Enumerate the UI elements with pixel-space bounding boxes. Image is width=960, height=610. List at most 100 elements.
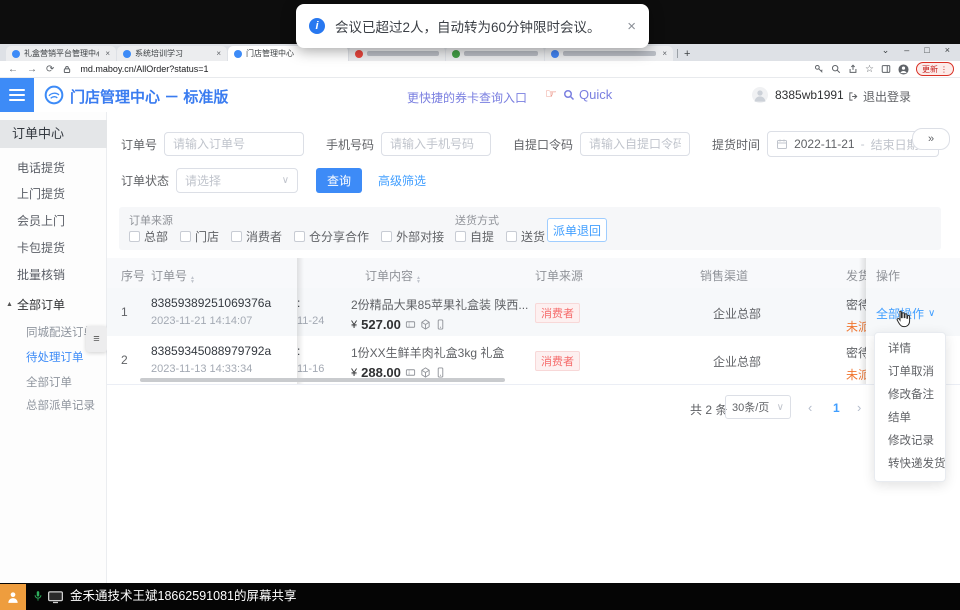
promo-link[interactable]: 更快捷的券卡查询入口	[407, 89, 527, 106]
browser-tab-obscured-2[interactable]	[446, 46, 544, 61]
checkbox-self-pickup[interactable]: 自提	[455, 228, 494, 245]
checkbox-consumer[interactable]: 消费者	[231, 228, 282, 245]
checkbox-store[interactable]: 门店	[180, 228, 219, 245]
browser-tab-1[interactable]: 礼盒营销平台管理中心 ×	[6, 46, 116, 61]
status-placeholder: 请选择	[185, 172, 221, 189]
side-panel-icon[interactable]	[881, 64, 891, 74]
sidebar-item-door-pickup[interactable]: 上门提货	[0, 182, 107, 206]
forward-icon[interactable]: →	[27, 64, 37, 75]
sidebar-collapse-handle[interactable]: ≡	[86, 326, 107, 352]
pickup-time-label: 提货时间	[712, 136, 760, 153]
toast-message: 会议已超过2人，自动转为60分钟限时会议。	[335, 16, 621, 36]
browser-update-button[interactable]: 更新 ⋮	[916, 62, 954, 76]
checkbox-warehouse-share[interactable]: 仓分享合作	[294, 228, 369, 245]
chevron-down-icon: ∨	[282, 175, 289, 186]
page-size-select[interactable]: 30条/页 ∨	[725, 395, 791, 419]
sidebar-sub-hq-dispatch-log[interactable]: 总部派单记录	[0, 394, 107, 418]
package-icon	[420, 367, 431, 378]
col-header-order[interactable]: 订单号▲▼	[151, 267, 195, 284]
browser-tab-obscured-3[interactable]: ×	[545, 46, 673, 61]
prev-page-button[interactable]: ‹	[808, 400, 812, 415]
cell-channel: 企业总部	[677, 353, 797, 370]
browser-tab-obscured-1[interactable]	[349, 46, 445, 61]
browser-tab-active[interactable]: 门店管理中心	[228, 46, 348, 61]
checkbox-delivery[interactable]: 送货	[506, 228, 545, 245]
sidebar-section-order-center: 订单中心	[0, 120, 107, 148]
menu-item-cancel-order[interactable]: 订单取消	[875, 361, 945, 384]
checkbox-icon	[231, 231, 242, 242]
cell-ship-status: 密待 未派	[846, 296, 867, 335]
phone-icon	[435, 319, 446, 330]
all-actions-dropdown-trigger[interactable]: 全部操作 ∨	[876, 305, 935, 322]
menu-item-edit-history[interactable]: 修改记录	[875, 430, 945, 453]
window-maximize-icon[interactable]: □	[924, 45, 929, 56]
sort-icon[interactable]: ▲▼	[416, 276, 421, 284]
window-menu-icon[interactable]: ⌄	[882, 45, 890, 56]
phone-input[interactable]	[381, 132, 491, 156]
next-page-button[interactable]: ›	[857, 400, 861, 415]
checkbox-icon	[129, 231, 140, 242]
sort-icon[interactable]: ▲▼	[190, 276, 195, 284]
date-separator: -	[861, 137, 865, 151]
menu-item-close-order[interactable]: 结单	[875, 407, 945, 430]
current-page[interactable]: 1	[833, 401, 840, 415]
checkbox-hq[interactable]: 总部	[129, 228, 168, 245]
delivery-method-label: 送货方式	[455, 212, 499, 228]
window-controls: ⌄ – □ ×	[882, 45, 950, 56]
obscured-tab-title	[367, 51, 439, 56]
menu-item-details[interactable]: 详情	[875, 338, 945, 361]
pickup-code-input[interactable]	[580, 132, 690, 156]
toast-close-icon[interactable]: ×	[627, 18, 636, 35]
sharer-avatar	[0, 584, 26, 610]
key-icon[interactable]	[814, 64, 824, 74]
sidebar-sub-all-orders[interactable]: 全部订单	[0, 371, 107, 395]
sidebar: 订单中心 电话提货 上门提货 会员上门 卡包提货 批量核销 ▲ 全部订单 同城配…	[0, 112, 107, 583]
horizontal-scrollbar[interactable]	[140, 378, 505, 382]
collapse-filter-button[interactable]: »	[912, 128, 950, 150]
back-icon[interactable]: ←	[8, 64, 18, 75]
url-text[interactable]: md.maboy.cn/AllOrder?status=1	[80, 64, 208, 74]
reload-icon[interactable]: ⟳	[46, 64, 54, 75]
logout-button[interactable]: 退出登录	[848, 88, 911, 105]
checkbox-external[interactable]: 外部对接	[381, 228, 444, 245]
menu-item-edit-remark[interactable]: 修改备注	[875, 384, 945, 407]
window-close-icon[interactable]: ×	[945, 45, 950, 56]
main-content: 订单号 手机号码 自提口令码 提货时间 2022-11-21 - 结束日期 » …	[107, 112, 960, 583]
order-source-label: 订单来源	[129, 212, 173, 228]
sidebar-item-card-pickup[interactable]: 卡包提货	[0, 236, 107, 260]
share-icon[interactable]	[848, 64, 858, 74]
cell-order-content: 2份精品大果85苹果礼盒装 陕西... ¥ 527.00	[351, 296, 537, 332]
sidebar-item-phone-pickup[interactable]: 电话提货	[0, 156, 107, 180]
tab-favicon	[234, 50, 242, 58]
quick-search-link[interactable]: Quick	[563, 87, 612, 102]
browser-tab-2[interactable]: 系统培训学习 ×	[117, 46, 227, 61]
hamburger-menu-button[interactable]	[0, 78, 34, 112]
tab-close-icon[interactable]: ×	[216, 49, 221, 58]
magnifier-icon	[563, 89, 575, 101]
bookmark-star-icon[interactable]: ☆	[865, 64, 874, 75]
tab-close-icon[interactable]: ×	[105, 49, 110, 58]
phone-icon	[435, 367, 446, 378]
new-tab-button[interactable]: +	[684, 48, 690, 60]
advanced-filter-link[interactable]: 高级筛选	[378, 172, 426, 189]
order-no-input[interactable]	[164, 132, 304, 156]
sidebar-group-all-orders[interactable]: ▲ 全部订单	[0, 293, 107, 317]
tab-divider	[677, 49, 678, 58]
table-row[interactable]: 1 83859389251069376a 2023-11-21 14:14:07…	[107, 288, 960, 337]
search-button[interactable]: 查询	[316, 168, 362, 193]
app-header: 门店管理中心 － 标准版 更快捷的券卡查询入口 ☞ Quick 8385wb19…	[0, 78, 960, 113]
obscured-tab-title	[563, 51, 656, 56]
window-minimize-icon[interactable]: –	[904, 45, 909, 56]
cell-order-no: 83859345088979792a 2023-11-13 14:33:34	[151, 344, 271, 375]
dispatch-return-button[interactable]: 派单退回	[547, 218, 607, 242]
sidebar-item-member-visit[interactable]: 会员上门	[0, 209, 107, 233]
group-expand-icon: ▲	[6, 293, 13, 317]
col-header-content[interactable]: 订单内容▲▼	[365, 267, 421, 284]
menu-item-switch-express[interactable]: 转快递发货	[875, 453, 945, 476]
sidebar-item-batch-verify[interactable]: 批量核销	[0, 263, 107, 287]
screen: 礼盒营销平台管理中心 × 系统培训学习 × 门店管理中心 × + ⌄ –	[0, 0, 960, 610]
order-status-select[interactable]: 请选择 ∨	[176, 168, 298, 193]
profile-avatar-icon[interactable]	[898, 64, 909, 75]
zoom-icon[interactable]	[831, 64, 841, 74]
tab-close-icon[interactable]: ×	[662, 49, 667, 58]
